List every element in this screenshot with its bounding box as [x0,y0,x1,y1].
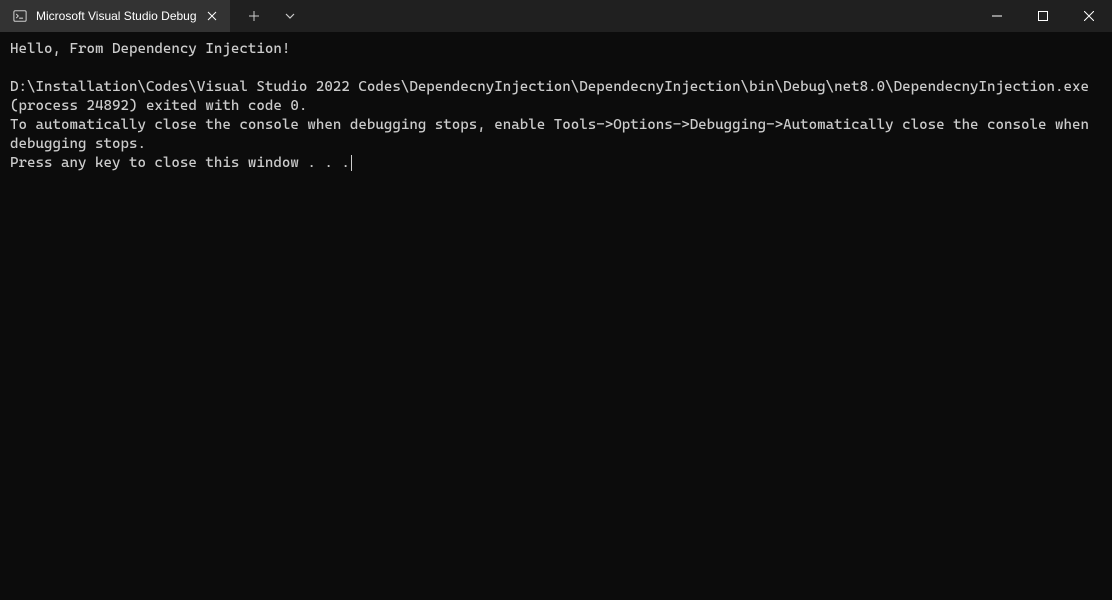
titlebar-drag-area[interactable] [306,0,974,32]
new-tab-button[interactable] [238,2,270,30]
titlebar-actions [230,0,306,32]
cursor [351,155,352,171]
window-controls [974,0,1112,32]
titlebar: Microsoft Visual Studio Debug [0,0,1112,32]
output-line: To automatically close the console when … [10,117,1098,152]
minimize-button[interactable] [974,0,1020,32]
output-line: Hello, From Dependency Injection! [10,41,290,57]
terminal-output[interactable]: Hello, From Dependency Injection! D:\Ins… [0,32,1112,181]
output-line: D:\Installation\Codes\Visual Studio 2022… [10,79,1098,114]
tab-close-button[interactable] [204,8,220,24]
maximize-button[interactable] [1020,0,1066,32]
terminal-icon [12,8,28,24]
output-line: Press any key to close this window . . . [10,155,350,171]
close-button[interactable] [1066,0,1112,32]
tab-title: Microsoft Visual Studio Debug [36,9,196,23]
tab-dropdown-button[interactable] [274,2,306,30]
terminal-tab[interactable]: Microsoft Visual Studio Debug [0,0,230,32]
